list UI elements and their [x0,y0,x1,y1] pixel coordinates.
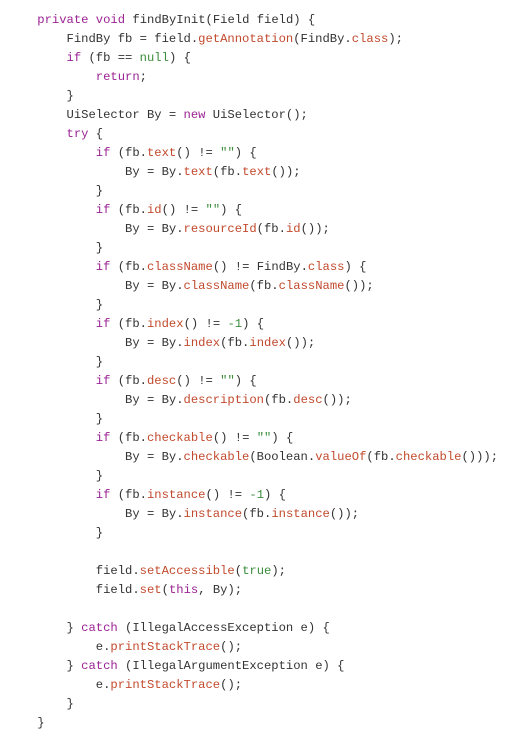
code-block: private void findByInit(Field field) { F… [0,0,512,740]
code-content: private void findByInit(Field field) { F… [8,13,498,740]
